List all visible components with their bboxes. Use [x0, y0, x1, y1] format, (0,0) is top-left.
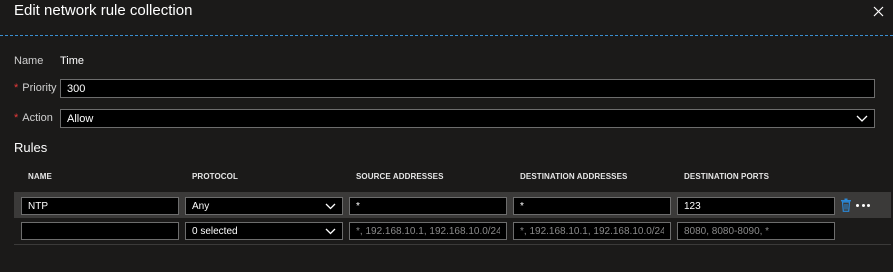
new-rule-name-input[interactable] [21, 222, 179, 240]
required-marker: * [14, 82, 19, 94]
rule-destination-ports-input[interactable] [677, 197, 835, 215]
more-icon-dot [867, 203, 870, 207]
rule-name-input[interactable] [21, 197, 179, 215]
trash-icon [841, 198, 851, 212]
chevron-down-icon [856, 115, 868, 122]
column-header-destination-ports: DESTINATION PORTS [684, 172, 770, 181]
blade-title: Edit network rule collection [14, 2, 193, 19]
column-header-protocol: PROTOCOL [192, 172, 238, 181]
new-rule-protocol-value: 0 selected [192, 225, 238, 237]
priority-label-text: Priority [22, 82, 57, 94]
rule-destination-addresses-input[interactable] [513, 197, 671, 215]
priority-input[interactable] [60, 79, 875, 98]
more-icon-dot [861, 203, 865, 207]
more-icon [856, 203, 859, 207]
priority-label: * Priority [14, 82, 57, 94]
close-icon [873, 6, 883, 16]
action-label-text: Action [22, 112, 53, 124]
action-dropdown-value: Allow [67, 112, 94, 125]
rule-source-addresses-input[interactable] [349, 197, 507, 215]
rules-section-title: Rules [14, 140, 48, 155]
blade-header: Edit network rule collection [0, 0, 893, 36]
new-rule-destination-ports-input[interactable] [677, 222, 835, 240]
column-header-name: NAME [28, 172, 52, 181]
action-dropdown[interactable]: Allow [60, 109, 875, 128]
name-value: Time [60, 55, 85, 67]
new-rule-destination-addresses-input[interactable] [513, 222, 671, 240]
chevron-down-icon [325, 203, 336, 210]
more-options-button[interactable] [855, 198, 871, 212]
chevron-down-icon [325, 228, 336, 235]
rule-protocol-dropdown[interactable]: Any [185, 197, 343, 215]
required-marker: * [14, 112, 19, 124]
new-rule-source-addresses-input[interactable] [349, 222, 507, 240]
column-header-source-addresses: SOURCE ADDRESSES [356, 172, 444, 181]
column-header-destination-addresses: DESTINATION ADDRESSES [520, 172, 628, 181]
new-rule-protocol-dropdown[interactable]: 0 selected [185, 222, 343, 240]
name-label: Name [14, 55, 44, 67]
action-label: * Action [14, 112, 53, 124]
close-button[interactable] [867, 0, 889, 22]
rule-protocol-value: Any [192, 200, 210, 212]
delete-rule-button[interactable] [840, 198, 852, 212]
grid-divider [14, 244, 891, 245]
